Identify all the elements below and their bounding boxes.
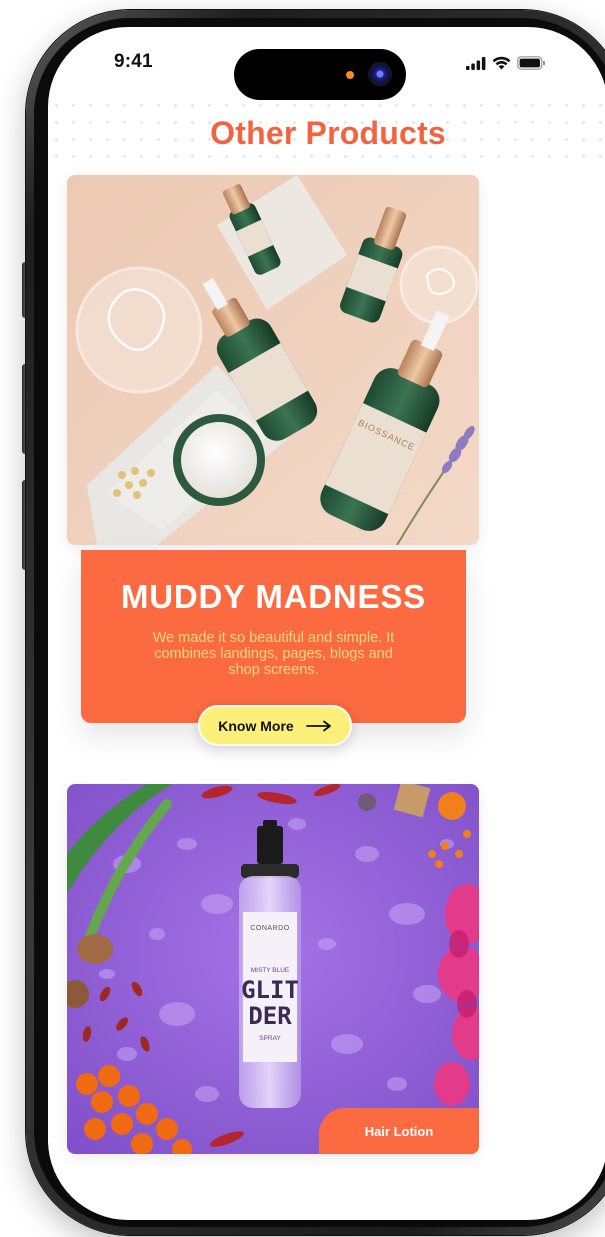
promo-title: MUDDY MADNESS [121,578,426,615]
status-icons [466,56,546,70]
battery-icon [517,56,545,70]
bottle-name-top: GLIT [241,976,299,1004]
wifi-icon [492,56,511,70]
camera-indicator-icon [346,71,354,79]
dynamic-island [234,49,406,100]
bottle-line-1: MISTY BLUE [251,967,290,974]
page-title: Other Products [210,115,446,151]
signal-icon [466,56,486,70]
hair-lotion-tag[interactable]: Hair Lotion [319,1108,479,1154]
product-image-hair-lotion[interactable]: CONARDO MISTY BLUE GLIT DER SPRAY Hair L… [67,784,479,1154]
status-time: 9:41 [114,51,153,72]
product-image-skincare[interactable]: BIOSSANCE [67,175,479,545]
bottle-line-2: SPRAY [259,1035,281,1042]
hair-lotion-illustration: CONARDO MISTY BLUE GLIT DER SPRAY [67,784,479,1154]
hair-lotion-label: Hair Lotion [364,1123,434,1139]
camera-lens-icon [368,62,392,86]
promo-description: We made it so beautiful and simple. It c… [152,630,395,678]
bottle-name-bottom: DER [248,1002,292,1030]
know-more-button[interactable]: Know More [198,705,352,746]
bottle-brand: CONARDO [250,925,289,932]
promo-panel: MUDDY MADNESS We made it so beautiful an… [81,550,466,723]
skincare-illustration: BIOSSANCE [67,175,479,545]
know-more-label: Know More [218,717,294,734]
arrow-right-icon [305,720,331,731]
device-mockup: 9:41 Other Products BIOSSANCE MUDDY MADN… [0,0,605,1237]
